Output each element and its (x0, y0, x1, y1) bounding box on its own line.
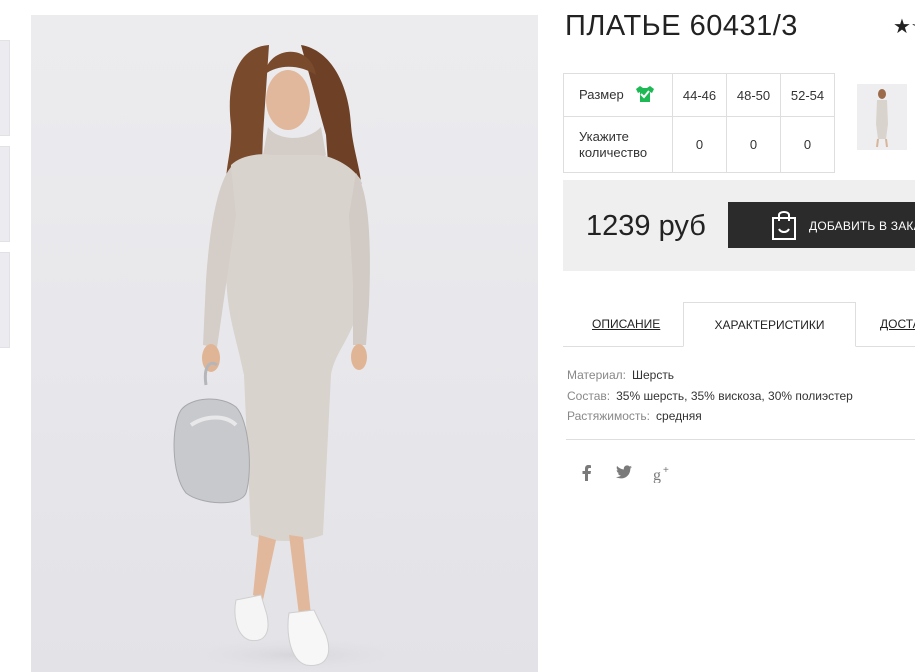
spec-key: Состав: (567, 388, 611, 403)
quantity-label: Укажите количество (563, 116, 673, 173)
quantity-input[interactable]: 0 (672, 116, 727, 173)
shopping-bag-icon (770, 209, 798, 246)
price-value: 1239 руб (586, 210, 706, 242)
size-quantity-table: Размер 44-46 48-50 52-54 Укажите количес… (563, 73, 835, 173)
gallery-thumbnail[interactable] (0, 146, 10, 242)
quantity-label-text: Укажите количество (579, 128, 648, 160)
add-to-cart-button[interactable]: ДОБАВИТЬ В ЗАКАЗ (728, 202, 915, 248)
google-plus-icon[interactable]: g + (653, 465, 673, 486)
size-option: 48-50 (726, 73, 781, 117)
size-chart-icon[interactable] (635, 85, 655, 106)
add-to-cart-label: ДОБАВИТЬ В ЗАКАЗ (809, 219, 915, 233)
spec-row: Растяжимость: средняя (567, 406, 853, 427)
product-title: ПЛАТЬЕ 60431/3 (565, 10, 798, 42)
model-illustration (173, 45, 416, 672)
spec-row: Состав: 35% шерсть, 35% вискоза, 30% поли… (567, 386, 853, 407)
specs-list: Материал: Шерсть Состав: 35% шерсть, 35% в… (567, 365, 853, 427)
spec-value: Шерсть (631, 368, 675, 382)
product-tabs: ОПИСАНИЕ ХАРАКТЕРИСТИКИ ДОСТАВКА (563, 302, 915, 347)
gallery-thumbnail[interactable] (0, 252, 10, 348)
spec-row: Материал: Шерсть (567, 365, 853, 386)
tab-description[interactable]: ОПИСАНИЕ (592, 302, 660, 347)
tab-delivery[interactable]: ДОСТАВКА (880, 302, 915, 347)
thumbnail-illustration (876, 89, 888, 148)
gallery-thumbnail[interactable] (0, 40, 10, 136)
size-option: 52-54 (780, 73, 835, 117)
svg-text:+: + (663, 465, 669, 476)
size-option: 44-46 (672, 73, 727, 117)
size-row: Размер 44-46 48-50 52-54 (563, 73, 835, 117)
size-label-cell: Размер (563, 73, 673, 117)
spec-key: Растяжимость: (567, 409, 651, 423)
spec-value: 35% шерсть, 35% вискоза, 30% полиэстер (616, 388, 853, 403)
spec-key: Материал: (567, 368, 626, 382)
specs-divider (566, 439, 915, 440)
facebook-icon[interactable] (582, 465, 592, 484)
size-label: Размер (579, 86, 624, 102)
rating-stars[interactable]: ★☆ (893, 14, 915, 39)
tab-characteristics[interactable]: ХАРАКТЕРИСТИКИ (683, 302, 856, 347)
spec-value: средняя (656, 409, 702, 423)
quantity-row: Укажите количество 0 0 0 (563, 116, 835, 173)
price-panel: 1239 руб ДОБАВИТЬ В ЗАКАЗ (563, 180, 915, 271)
thumbnail-strip (0, 0, 12, 672)
product-thumbnail[interactable] (857, 84, 907, 150)
product-main-photo[interactable] (31, 15, 538, 672)
quantity-input[interactable]: 0 (726, 116, 781, 173)
twitter-icon[interactable] (616, 465, 632, 482)
quantity-input[interactable]: 0 (780, 116, 835, 173)
svg-text:g: g (653, 467, 661, 483)
